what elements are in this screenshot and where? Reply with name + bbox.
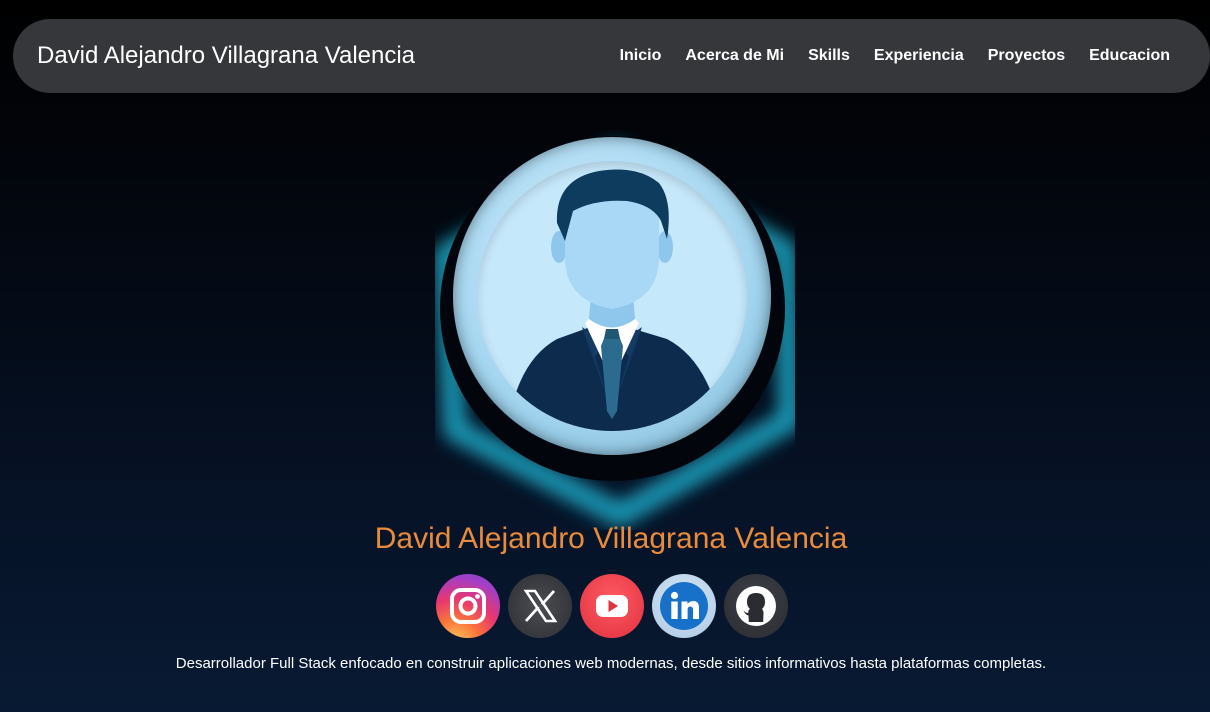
nav-link-skills[interactable]: Skills xyxy=(808,47,850,65)
nav-link-proyectos[interactable]: Proyectos xyxy=(988,47,1065,65)
linkedin-link[interactable] xyxy=(652,574,716,638)
businessman-avatar-icon xyxy=(507,169,722,431)
x-link[interactable] xyxy=(508,574,572,638)
linkedin-icon xyxy=(660,582,708,630)
youtube-link[interactable] xyxy=(580,574,644,638)
instagram-icon xyxy=(450,588,486,624)
nav-link-acerca-de-mi[interactable]: Acerca de Mi xyxy=(685,47,784,65)
tagline: Desarrollador Full Stack enfocado en con… xyxy=(175,655,1047,672)
nav-link-experiencia[interactable]: Experiencia xyxy=(874,47,964,65)
nav-link-educacion[interactable]: Educacion xyxy=(1089,47,1170,65)
hero-section: David Alejandro Villagrana Valencia Desa… xyxy=(0,110,1210,712)
x-icon xyxy=(523,589,558,623)
brand-title[interactable]: David Alejandro Villagrana Valencia xyxy=(37,42,415,70)
youtube-icon xyxy=(596,595,628,617)
navbar: David Alejandro Villagrana Valencia Inic… xyxy=(13,19,1210,93)
hero-name: David Alejandro Villagrana Valencia xyxy=(374,522,848,555)
nav-link-inicio[interactable]: Inicio xyxy=(620,47,662,65)
github-link[interactable] xyxy=(724,574,788,638)
social-links xyxy=(436,574,788,638)
nav-links: Inicio Acerca de Mi Skills Experiencia P… xyxy=(620,47,1170,65)
instagram-link[interactable] xyxy=(436,574,500,638)
github-icon xyxy=(736,586,776,626)
avatar xyxy=(477,161,747,431)
